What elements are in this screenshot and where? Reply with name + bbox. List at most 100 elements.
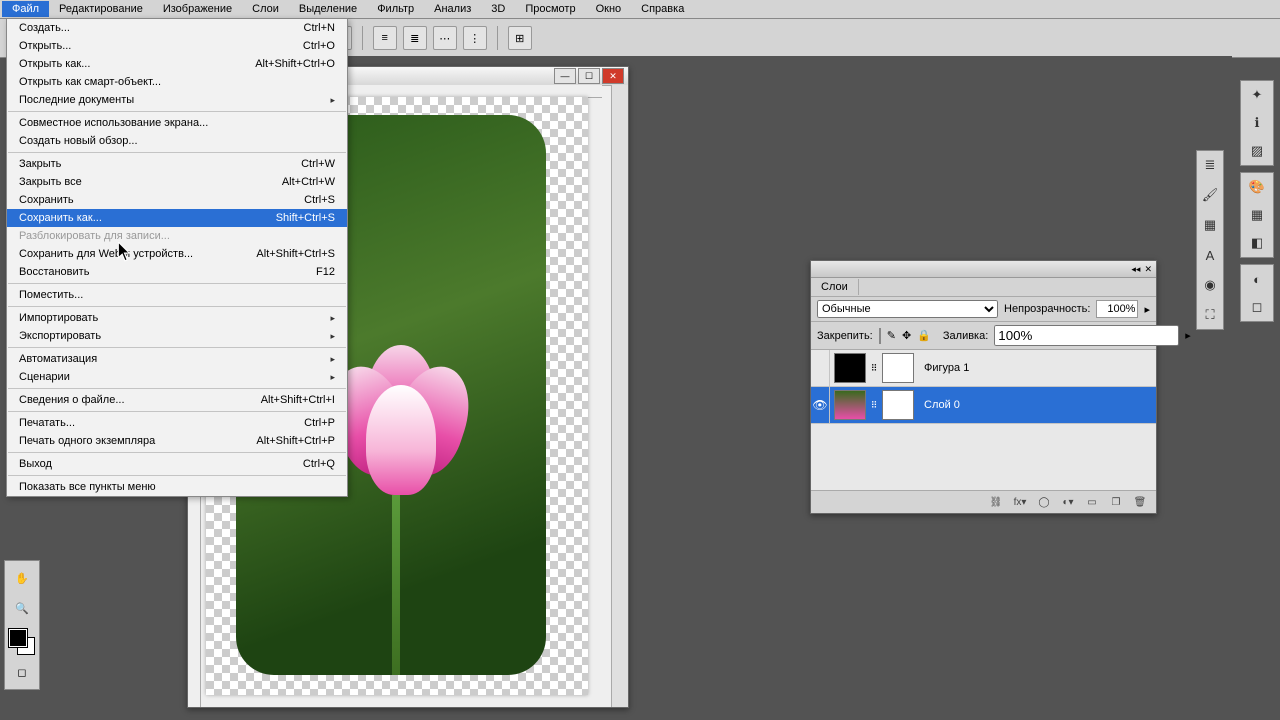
layers-footer: ⛓ fx▾ ◯ ◐▾ ▭ ❐ 🗑	[811, 491, 1156, 513]
layer-thumb[interactable]	[834, 390, 866, 420]
chevron-icon[interactable]: ▸	[1144, 303, 1150, 316]
brush-icon[interactable]: 🖌	[1200, 185, 1220, 205]
history-icon[interactable]: ≣	[1200, 155, 1220, 175]
scrollbar-vertical[interactable]	[611, 85, 628, 707]
layer-thumb[interactable]	[834, 353, 866, 383]
visibility-icon[interactable]	[811, 350, 830, 386]
mini-panel: ≣ 🖌 ▦ A ◉ ⛶	[1196, 150, 1224, 330]
layers-list: ⠿Фигура 1👁 ⠿ Слой 0	[811, 350, 1156, 491]
right-dock: ✦ ℹ ▨ 🎨 ▦ ◧ ◐ ◻	[1238, 80, 1276, 322]
layer-name[interactable]: Фигура 1	[918, 362, 969, 374]
menu-item[interactable]: Импортировать	[7, 309, 347, 327]
group-icon[interactable]: ▭	[1084, 495, 1100, 509]
info-icon[interactable]: ℹ	[1247, 113, 1267, 133]
opacity-label: Непрозрачность:	[1004, 303, 1090, 315]
menu-слои[interactable]: Слои	[242, 1, 289, 17]
layers-panel: ◂◂✕ Слои Обычные Непрозрачность: ▸ Закре…	[810, 260, 1157, 514]
menu-анализ[interactable]: Анализ	[424, 1, 481, 17]
menu-item[interactable]: ЗакрытьCtrl+W	[7, 155, 347, 173]
fx-icon[interactable]: fx▾	[1012, 495, 1028, 509]
blend-mode-select[interactable]: Обычные	[817, 300, 998, 318]
layer-row[interactable]: 👁 ⠿ Слой 0	[811, 387, 1156, 424]
adjustment-icon[interactable]: ◐▾	[1060, 495, 1076, 509]
menu-файл[interactable]: Файл	[2, 1, 49, 17]
menu-item[interactable]: Открыть...Ctrl+O	[7, 37, 347, 55]
histogram-icon[interactable]: ▨	[1247, 141, 1267, 161]
opacity-input[interactable]	[1096, 300, 1138, 318]
link-layers-icon[interactable]: ⛓	[988, 495, 1004, 509]
new-layer-icon[interactable]: ❐	[1108, 495, 1124, 509]
color-icon[interactable]: 🎨	[1247, 177, 1267, 197]
menu-item[interactable]: Автоматизация	[7, 350, 347, 368]
adjustments-icon[interactable]: ◐	[1247, 269, 1267, 289]
styles-icon[interactable]: ◧	[1247, 233, 1267, 253]
menu-окно[interactable]: Окно	[586, 1, 632, 17]
menu-item[interactable]: Закрыть всеAlt+Ctrl+W	[7, 173, 347, 191]
crop-icon[interactable]: ⛶	[1200, 305, 1220, 325]
layer-name[interactable]: Слой 0	[918, 399, 960, 411]
color-picker[interactable]	[9, 629, 35, 655]
navigator-icon[interactable]: ✦	[1247, 85, 1267, 105]
distribute-icon-2[interactable]: ≣	[403, 26, 427, 50]
lock-transparent-icon[interactable]	[879, 328, 881, 344]
lock-move-icon[interactable]: ✥	[902, 329, 911, 342]
mask-thumb[interactable]	[882, 353, 914, 383]
menu-item[interactable]: Печатать...Ctrl+P	[7, 414, 347, 432]
menu-выделение[interactable]: Выделение	[289, 1, 367, 17]
trash-icon[interactable]: 🗑	[1132, 495, 1148, 509]
distribute-icon-3[interactable]: ⋯	[433, 26, 457, 50]
3d-icon[interactable]: ◉	[1200, 275, 1220, 295]
menu-item[interactable]: Создать новый обзор...	[7, 132, 347, 150]
menu-item[interactable]: Экспортировать	[7, 327, 347, 345]
menu-просмотр[interactable]: Просмотр	[515, 1, 585, 17]
lock-all-icon[interactable]: 🔒	[917, 329, 931, 342]
auto-icon[interactable]: ⊞	[508, 26, 532, 50]
menu-item[interactable]: Поместить...	[7, 286, 347, 304]
chevron-icon[interactable]: ▸	[1185, 329, 1191, 342]
layer-row[interactable]: ⠿Фигура 1	[811, 350, 1156, 387]
fill-label: Заливка:	[943, 330, 988, 342]
lock-brush-icon[interactable]: ✎	[887, 329, 896, 342]
menu-справка[interactable]: Справка	[631, 1, 694, 17]
menu-фильтр[interactable]: Фильтр	[367, 1, 424, 17]
collapse-icon[interactable]: ◂◂	[1131, 264, 1140, 275]
menu-item[interactable]: Совместное использование экрана...	[7, 114, 347, 132]
close-icon[interactable]: ✕	[1144, 264, 1152, 275]
menu-3d[interactable]: 3D	[481, 1, 515, 17]
panel-header[interactable]: ◂◂ ✕	[811, 261, 1156, 278]
distribute-icon-4[interactable]: ⋮	[463, 26, 487, 50]
menu-item[interactable]: Сведения о файле...Alt+Shift+Ctrl+I	[7, 391, 347, 409]
maximize-button[interactable]: ☐	[578, 68, 600, 84]
swatches-icon[interactable]: ▦	[1247, 205, 1267, 225]
masks-icon[interactable]: ◻	[1247, 297, 1267, 317]
tab-layers[interactable]: Слои	[811, 279, 859, 295]
menu-item[interactable]: Открыть как...Alt+Shift+Ctrl+O	[7, 55, 347, 73]
menu-редактирование[interactable]: Редактирование	[49, 1, 153, 17]
minimize-button[interactable]: —	[554, 68, 576, 84]
menu-item[interactable]: ВыходCtrl+Q	[7, 455, 347, 473]
menu-item[interactable]: Печать одного экземпляраAlt+Shift+Ctrl+P	[7, 432, 347, 450]
menu-item[interactable]: СохранитьCtrl+S	[7, 191, 347, 209]
zoom-tool-icon[interactable]: 🔍	[9, 595, 35, 621]
menu-item[interactable]: Сценарии	[7, 368, 347, 386]
quickmask-icon[interactable]: ◻	[9, 659, 35, 685]
mask-icon[interactable]: ◯	[1036, 495, 1052, 509]
menu-item[interactable]: Создать...Ctrl+N	[7, 19, 347, 37]
char-icon[interactable]: A	[1200, 245, 1220, 265]
menu-item[interactable]: Последние документы	[7, 91, 347, 109]
hand-tool-icon[interactable]: ✋	[9, 565, 35, 591]
distribute-icon[interactable]: ≡	[373, 26, 397, 50]
menu-изображение[interactable]: Изображение	[153, 1, 242, 17]
mask-thumb[interactable]	[882, 390, 914, 420]
link-icon: ⠿	[870, 400, 878, 411]
swatches2-icon[interactable]: ▦	[1200, 215, 1220, 235]
toolbox: ✋ 🔍 ◻	[4, 560, 40, 690]
fill-input[interactable]	[994, 325, 1179, 346]
menu-item[interactable]: Показать все пункты меню	[7, 478, 347, 496]
menu-item[interactable]: Открыть как смарт-объект...	[7, 73, 347, 91]
visibility-icon[interactable]: 👁	[811, 387, 830, 423]
close-button[interactable]: ✕	[602, 68, 624, 84]
menu-item[interactable]: ВосстановитьF12	[7, 263, 347, 281]
menu-item[interactable]: Сохранить для Web и устройств...Alt+Shif…	[7, 245, 347, 263]
menu-item[interactable]: Сохранить как...Shift+Ctrl+S	[7, 209, 347, 227]
